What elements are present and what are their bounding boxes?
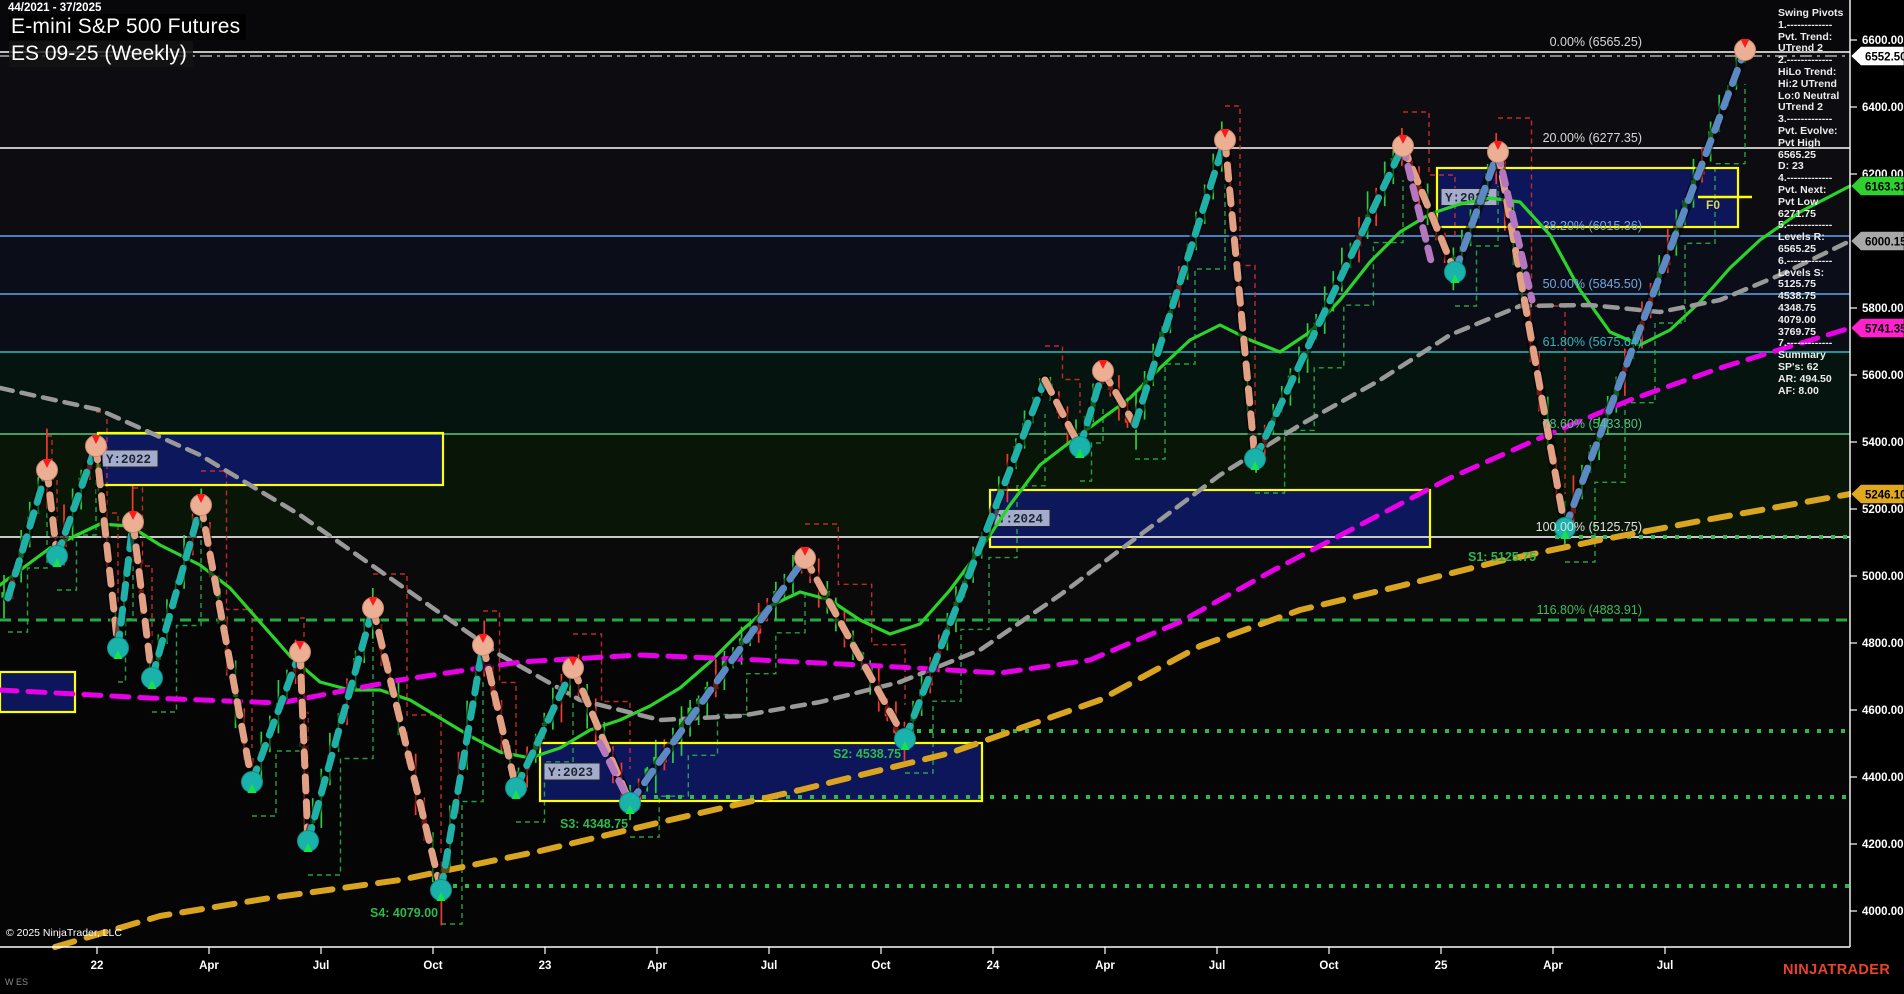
- fib-level-label: 100.00% (5125.75): [1536, 520, 1642, 534]
- time-axis-label: 24: [987, 960, 1000, 972]
- time-axis-label: 22: [91, 960, 104, 972]
- year-label: Y:2023: [548, 766, 593, 780]
- time-axis-label: Apr: [1095, 960, 1115, 972]
- price-axis-label: 4600.00: [1862, 705, 1904, 717]
- fib-level-label: 38.20% (6015.36): [1543, 219, 1642, 233]
- price-axis-label: 5600.00: [1862, 370, 1904, 382]
- price-axis-label: 5000.00: [1862, 571, 1904, 583]
- support-level-label: S4: 4079.00: [370, 906, 438, 920]
- support-level-label: S1: 5125.75: [1468, 550, 1536, 564]
- price-marker-value: 6552.50: [1865, 52, 1904, 64]
- ninjatrader-logo: NINJATRADER: [1783, 962, 1891, 978]
- price-axis-label: 5400.00: [1862, 437, 1904, 449]
- price-axis-label: 4000.00: [1862, 906, 1904, 918]
- price-marker-value: 6163.31: [1865, 182, 1904, 194]
- time-axis-label: Jul: [761, 960, 778, 972]
- time-axis-label: Jul: [313, 960, 330, 972]
- fib-level-label: 116.80% (4883.91): [1537, 603, 1642, 617]
- time-axis-label: 23: [539, 960, 552, 972]
- time-axis-label: Jul: [1657, 960, 1674, 972]
- price-marker-value: 6000.15: [1865, 237, 1904, 249]
- price-axis-label: 4800.00: [1862, 638, 1904, 650]
- time-axis-label: Oct: [1319, 960, 1338, 972]
- time-axis-label: Apr: [199, 960, 219, 972]
- price-chart-canvas[interactable]: Y:2022Y:2023Y:2024Y:2025 F00.00% (6565.25…: [0, 0, 1904, 994]
- fib-level-label: 20.00% (6277.35): [1543, 131, 1642, 145]
- fib-level-label: 0.00% (6565.25): [1550, 35, 1642, 49]
- time-axis-label: Apr: [647, 960, 667, 972]
- time-axis-label: Jul: [1209, 960, 1226, 972]
- f0-label: F0: [1706, 198, 1720, 212]
- support-level-label: S3: 4348.75: [560, 817, 628, 831]
- ninjatrader-chart-window: Y:2022 Y:2023 Y:2024 Y:2025 F0 0.00% (6565.25…: [0, 0, 1904, 994]
- price-axis-label: 5800.00: [1862, 303, 1904, 315]
- time-axis-label: Oct: [871, 960, 890, 972]
- price-axis-label: 6400.00: [1862, 102, 1904, 114]
- time-axis-label: 25: [1435, 960, 1448, 972]
- price-axis-label: 5200.00: [1862, 504, 1904, 516]
- price-axis-label: 6600.00: [1862, 35, 1904, 47]
- support-level-label: S2: 4538.75: [833, 747, 901, 761]
- fib-level-label: 50.00% (5845.50): [1543, 277, 1642, 291]
- year-label: Y:2022: [106, 453, 151, 467]
- time-axis-label: Apr: [1543, 960, 1563, 972]
- time-axis-label: Oct: [423, 960, 442, 972]
- price-marker-value: 5741.35: [1865, 324, 1904, 336]
- copyright-label: © 2025 NinjaTrader, LLC: [6, 927, 122, 939]
- fib-level-label: 61.80% (5675.64): [1543, 335, 1642, 349]
- price-marker-value: 5246.10: [1865, 490, 1904, 502]
- series-tag-label: W ES: [5, 977, 29, 987]
- price-axis-label: 4400.00: [1862, 772, 1904, 784]
- price-axis-label: 4200.00: [1862, 839, 1904, 851]
- fib-level-label: 78.60% (5433.80): [1543, 417, 1642, 431]
- year-range-box-fill: [990, 490, 1430, 547]
